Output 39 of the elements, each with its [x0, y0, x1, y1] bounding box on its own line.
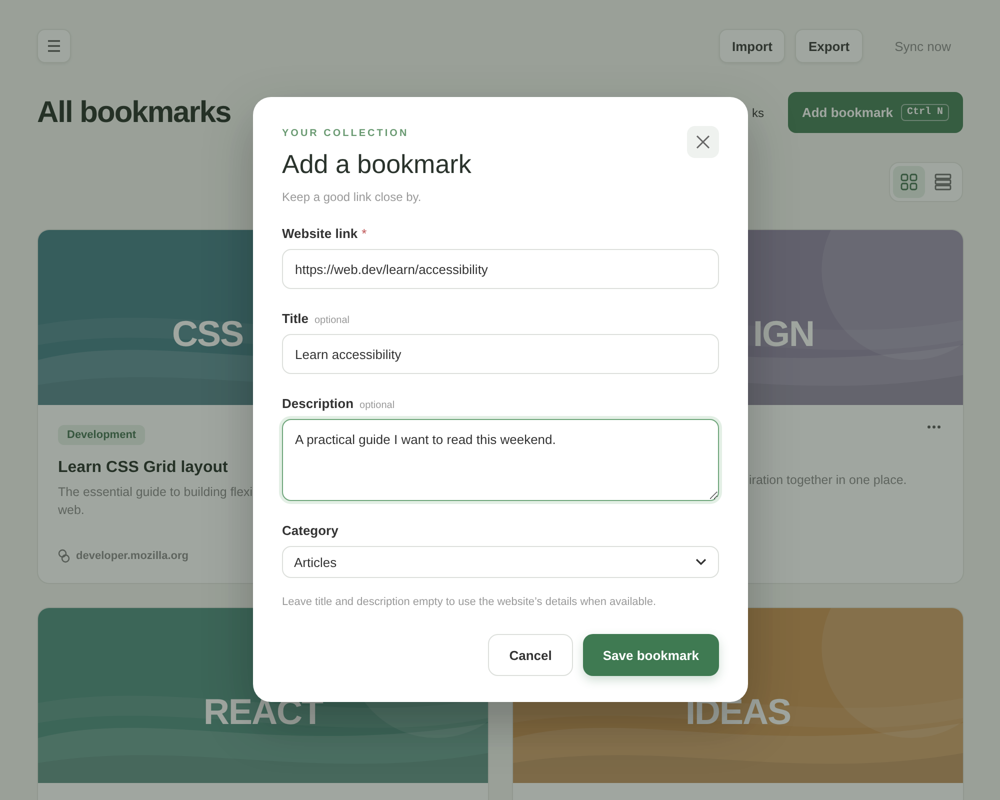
text-field[interactable]: Learn accessibility [282, 334, 719, 374]
grid-icon [900, 173, 918, 191]
card-description: iration together in one place. [749, 472, 908, 489]
menu-button[interactable] [37, 29, 71, 63]
bookmark-count: ks [752, 106, 764, 120]
field-label: Title [282, 311, 308, 326]
more-icon [927, 425, 941, 429]
dialog-subtitle: Keep a good link close by. [282, 190, 422, 204]
link-icon [58, 549, 70, 563]
required-mark: * [362, 226, 367, 241]
description-field[interactable]: A practical guide I want to read this weekend. [282, 419, 719, 501]
chevron-down-icon [695, 558, 707, 566]
list-icon [934, 173, 952, 191]
card-description: The essential guide to building flexi web. [58, 484, 254, 519]
field-label: Category [282, 523, 338, 538]
field-label: Website link [282, 226, 358, 241]
toolbar-button[interactable]: Import [719, 29, 786, 63]
grid-view-button[interactable] [893, 166, 925, 198]
toolbar-button[interactable]: Export [795, 29, 863, 63]
category-tag: Development [58, 425, 146, 445]
cover-title: IGN [753, 314, 814, 354]
optional-note: optional [360, 400, 395, 411]
category-select[interactable]: Articles [282, 546, 719, 578]
field-label: Description [282, 396, 354, 411]
dialog-eyebrow: YOUR COLLECTION [282, 128, 410, 139]
menu-icon [47, 40, 61, 52]
close-button[interactable] [687, 126, 719, 158]
save-button[interactable]: Save bookmark [582, 634, 719, 676]
cancel-button[interactable]: Cancel [488, 634, 573, 676]
close-icon [696, 135, 710, 149]
cover-title: CSS [172, 314, 244, 354]
help-text: Leave title and description empty to use the website’s details when available. [282, 596, 658, 608]
page-title: All bookmarks [37, 96, 231, 130]
card-title: Learn CSS Grid layout [58, 459, 229, 477]
shortcut-key: Ctrl N [900, 104, 949, 121]
optional-note: optional [314, 315, 350, 326]
text-field[interactable]: https://web.dev/learn/accessibility [282, 249, 719, 289]
dialog-title: Add a bookmark [282, 149, 472, 180]
card-domain: developer.mozilla.org [76, 550, 188, 562]
